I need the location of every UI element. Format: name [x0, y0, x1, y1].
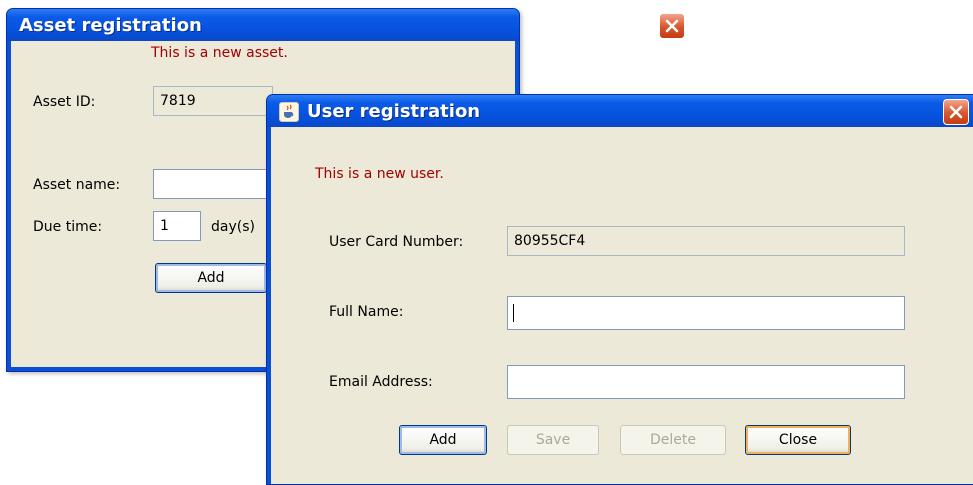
- asset-name-label: Asset name:: [33, 177, 121, 193]
- user-status-message: This is a new user.: [315, 166, 444, 182]
- full-name-field[interactable]: [507, 296, 905, 330]
- full-name-label: Full Name:: [329, 304, 404, 320]
- asset-status-message: This is a new asset.: [151, 45, 288, 61]
- full-name-wrapper: [507, 296, 905, 330]
- card-number-field: [507, 226, 905, 256]
- email-field[interactable]: [507, 365, 905, 399]
- asset-window-close-button[interactable]: [659, 13, 685, 39]
- user-registration-window: User registration This is a new user. Us…: [266, 94, 973, 485]
- asset-window-titlebar[interactable]: Asset registration: [7, 9, 685, 41]
- asset-name-field[interactable]: [153, 169, 273, 199]
- due-time-unit: day(s): [211, 219, 255, 235]
- user-window-title: User registration: [307, 101, 481, 122]
- card-number-label: User Card Number:: [329, 234, 464, 250]
- asset-id-label: Asset ID:: [33, 94, 96, 110]
- due-time-label: Due time:: [33, 219, 103, 235]
- text-caret: [513, 304, 514, 322]
- close-button[interactable]: Close: [745, 425, 851, 455]
- close-icon: [949, 105, 963, 119]
- save-button[interactable]: Save: [507, 425, 599, 455]
- user-window-content: This is a new user. User Card Number: Fu…: [271, 127, 973, 484]
- asset-window-title: Asset registration: [19, 15, 202, 36]
- java-cup-icon: [279, 102, 299, 122]
- user-add-button[interactable]: Add: [399, 425, 487, 455]
- close-icon: [665, 19, 679, 33]
- user-window-titlebar[interactable]: User registration: [267, 95, 973, 127]
- email-label: Email Address:: [329, 374, 433, 390]
- asset-id-field: [153, 86, 273, 116]
- user-window-close-button[interactable]: [943, 99, 969, 125]
- asset-add-button[interactable]: Add: [155, 263, 267, 293]
- delete-button[interactable]: Delete: [620, 425, 726, 455]
- due-time-field[interactable]: [153, 211, 201, 241]
